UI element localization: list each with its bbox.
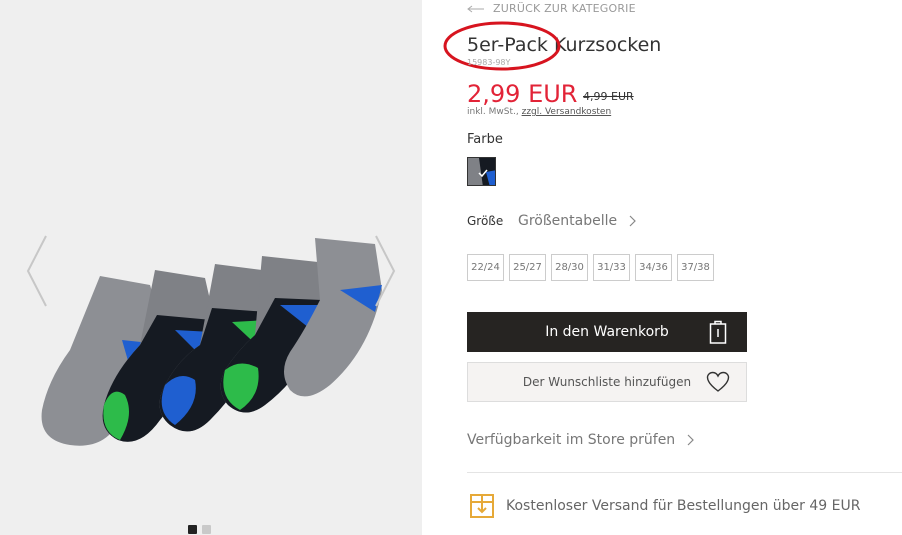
gallery-dot-2[interactable] (202, 525, 211, 534)
old-price: 4,99 EUR (583, 90, 634, 103)
add-to-wishlist-button[interactable]: Der Wunschliste hinzufügen (467, 362, 747, 402)
size-options: 22/24 25/27 28/30 31/33 34/36 37/38 (467, 254, 714, 281)
free-shipping-text: Kostenloser Versand für Bestellungen übe… (506, 498, 861, 514)
product-image (41, 238, 382, 446)
current-price: 2,99 EUR (467, 80, 578, 108)
tax-text: inkl. MwSt., (467, 107, 522, 117)
arrow-left-icon (467, 5, 484, 12)
store-availability-link[interactable]: Verfügbarkeit im Store prüfen (467, 432, 695, 448)
wishlist-label: Der Wunschliste hinzufügen (522, 375, 692, 389)
product-sku: 15983-98Y (467, 58, 511, 67)
chevron-left-icon (26, 235, 47, 307)
size-option[interactable]: 25/27 (509, 254, 546, 281)
annotation-ellipse (443, 21, 561, 71)
divider (467, 472, 902, 473)
size-chart-link[interactable]: Größentabelle (518, 213, 636, 229)
add-to-cart-label: In den Warenkorb (545, 324, 669, 340)
back-label: ZURÜCK ZUR KATEGORIE (493, 2, 636, 15)
size-option[interactable]: 22/24 (467, 254, 504, 281)
add-to-cart-button[interactable]: In den Warenkorb (467, 312, 747, 352)
size-chart-label: Größentabelle (518, 213, 618, 229)
tax-info: inkl. MwSt., zzgl. Versandkosten (467, 107, 611, 117)
gallery-dot-1[interactable] (188, 525, 197, 534)
chevron-right-icon (375, 235, 396, 307)
bag-icon (709, 320, 727, 344)
chevron-right-icon (629, 215, 636, 227)
size-option[interactable]: 28/30 (551, 254, 588, 281)
heart-icon (706, 371, 730, 392)
chevron-right-icon (687, 434, 695, 446)
size-option[interactable]: 37/38 (677, 254, 714, 281)
size-option[interactable]: 34/36 (635, 254, 672, 281)
gallery-pagination (188, 525, 211, 534)
free-shipping-info: Kostenloser Versand für Bestellungen übe… (470, 494, 860, 518)
gallery-prev-button[interactable] (24, 234, 50, 312)
check-icon (468, 158, 495, 185)
gallery-next-button[interactable] (372, 234, 398, 312)
box-icon (470, 494, 494, 518)
back-to-category-link[interactable]: ZURÜCK ZUR KATEGORIE (467, 2, 636, 15)
size-label: Größe (467, 214, 504, 228)
product-gallery (0, 0, 422, 535)
store-availability-label: Verfügbarkeit im Store prüfen (467, 432, 676, 448)
shipping-costs-link[interactable]: zzgl. Versandkosten (522, 107, 612, 117)
color-label: Farbe (467, 132, 503, 147)
color-swatch[interactable] (467, 157, 496, 186)
size-option[interactable]: 31/33 (593, 254, 630, 281)
